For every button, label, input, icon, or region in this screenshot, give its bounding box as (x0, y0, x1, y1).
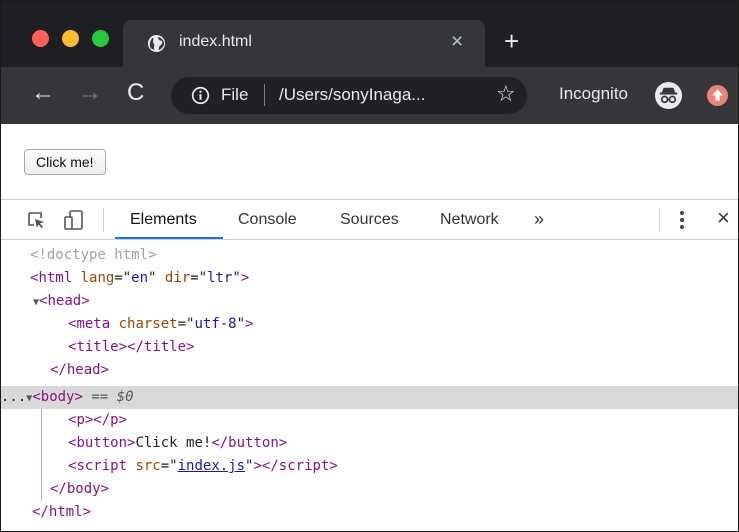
tag-name: body (66, 481, 101, 497)
tag-name: script (278, 458, 330, 474)
tab-title: index.html (179, 33, 252, 50)
maximize-window-button[interactable] (92, 30, 109, 47)
tag-name: button (76, 435, 128, 451)
page-viewport: Click me! (1, 124, 738, 199)
tag-name: button (228, 435, 279, 451)
back-button[interactable]: ← (31, 81, 55, 105)
more-tabs-button[interactable]: » (534, 209, 544, 230)
attr-name: dir (164, 270, 191, 286)
devtools-panel: Elements Console Sources Network » × <!d… (1, 199, 738, 531)
tag-name: html (48, 504, 83, 520)
tag-name: html (38, 270, 73, 286)
attr-value: utf-8 (194, 316, 237, 332)
dom-node-head-close[interactable]: </head> (1, 359, 738, 382)
dom-node-script[interactable]: <script src="index.js"></script> (1, 455, 738, 478)
url-scheme-label: File (221, 85, 249, 104)
devtools-close-icon[interactable]: × (717, 207, 730, 229)
browser-toolbar: ← → C File /Users/sonyInaga... ☆ Incogni… (1, 67, 738, 124)
tab-network[interactable]: Network (440, 211, 499, 229)
dom-tree: <!doctype html> <html lang="en" dir="ltr… (1, 241, 738, 531)
devtools-divider-right (659, 208, 660, 232)
tag-name: head (47, 293, 82, 309)
incognito-icon[interactable] (654, 81, 683, 110)
forward-button[interactable]: → (78, 81, 102, 105)
dom-node-html[interactable]: <html lang="en" dir="ltr"> (1, 267, 738, 290)
attr-value: en (131, 270, 149, 286)
selected-node-marker: == $0 (91, 389, 134, 405)
tag-name: p (76, 412, 85, 428)
address-bar[interactable]: File /Users/sonyInaga... ☆ (171, 77, 527, 114)
tab-sources[interactable]: Sources (340, 211, 399, 229)
active-tab-indicator (115, 237, 223, 239)
dom-node-p[interactable]: <p></p> (1, 409, 738, 432)
new-tab-button[interactable]: + (504, 28, 519, 54)
script-src-link[interactable]: index.js (178, 458, 245, 474)
kebab-menu-icon[interactable] (679, 209, 685, 231)
attr-name: src (135, 458, 161, 474)
close-window-button[interactable] (32, 30, 49, 47)
tag-name: p (110, 412, 119, 428)
browser-tab[interactable]: index.html × (123, 20, 485, 67)
tag-name: title (76, 339, 119, 355)
device-toolbar-icon[interactable] (63, 209, 85, 231)
dom-node-head[interactable]: ▼<head> (1, 290, 738, 313)
tag-name: body (40, 389, 75, 405)
reload-button[interactable]: C (127, 81, 144, 105)
tag-name: head (66, 362, 101, 378)
tag-name: script (76, 458, 128, 474)
globe-icon (147, 34, 166, 53)
url-text[interactable]: /Users/sonyInaga... (279, 85, 425, 105)
inspect-element-icon[interactable] (26, 210, 46, 230)
tab-console[interactable]: Console (238, 211, 297, 229)
incognito-label: Incognito (559, 84, 628, 103)
body-children-guide (41, 409, 42, 501)
address-divider (264, 84, 265, 106)
dom-node-html-close[interactable]: </html> (1, 501, 738, 524)
extension-icon[interactable] (707, 85, 728, 106)
tag-name: title (143, 339, 187, 355)
dom-node-title[interactable]: <title></title> (1, 336, 738, 359)
tab-close-icon[interactable]: × (451, 31, 463, 52)
attr-value: ltr (207, 270, 233, 286)
dom-node-body-selected[interactable]: ...▼<body> == $0 (1, 386, 738, 409)
tag-name: meta (76, 316, 111, 332)
browser-window: index.html × + ← → C File /Users/sonyIna… (0, 0, 739, 532)
minimize-window-button[interactable] (62, 30, 79, 47)
attr-name: charset (118, 316, 178, 332)
dom-node-meta[interactable]: <meta charset="utf-8"> (1, 313, 738, 336)
title-bar: index.html × + (1, 1, 738, 67)
dom-node-doctype[interactable]: <!doctype html> (1, 244, 738, 267)
devtools-toolbar: Elements Console Sources Network » × (1, 200, 738, 240)
attr-name: lang (80, 270, 115, 286)
node-text: Click me! (135, 435, 212, 451)
tab-elements[interactable]: Elements (130, 211, 197, 229)
info-icon[interactable] (191, 86, 210, 105)
click-me-button[interactable]: Click me! (24, 149, 106, 175)
devtools-divider (103, 208, 104, 232)
node-actions-ellipsis[interactable]: ... (1, 389, 26, 405)
dom-node-button[interactable]: <button>Click me!</button> (1, 432, 738, 455)
doctype-text: <!doctype html> (30, 247, 157, 263)
bookmark-star-icon[interactable]: ☆ (496, 83, 516, 105)
dom-node-body-close[interactable]: </body> (1, 478, 738, 501)
